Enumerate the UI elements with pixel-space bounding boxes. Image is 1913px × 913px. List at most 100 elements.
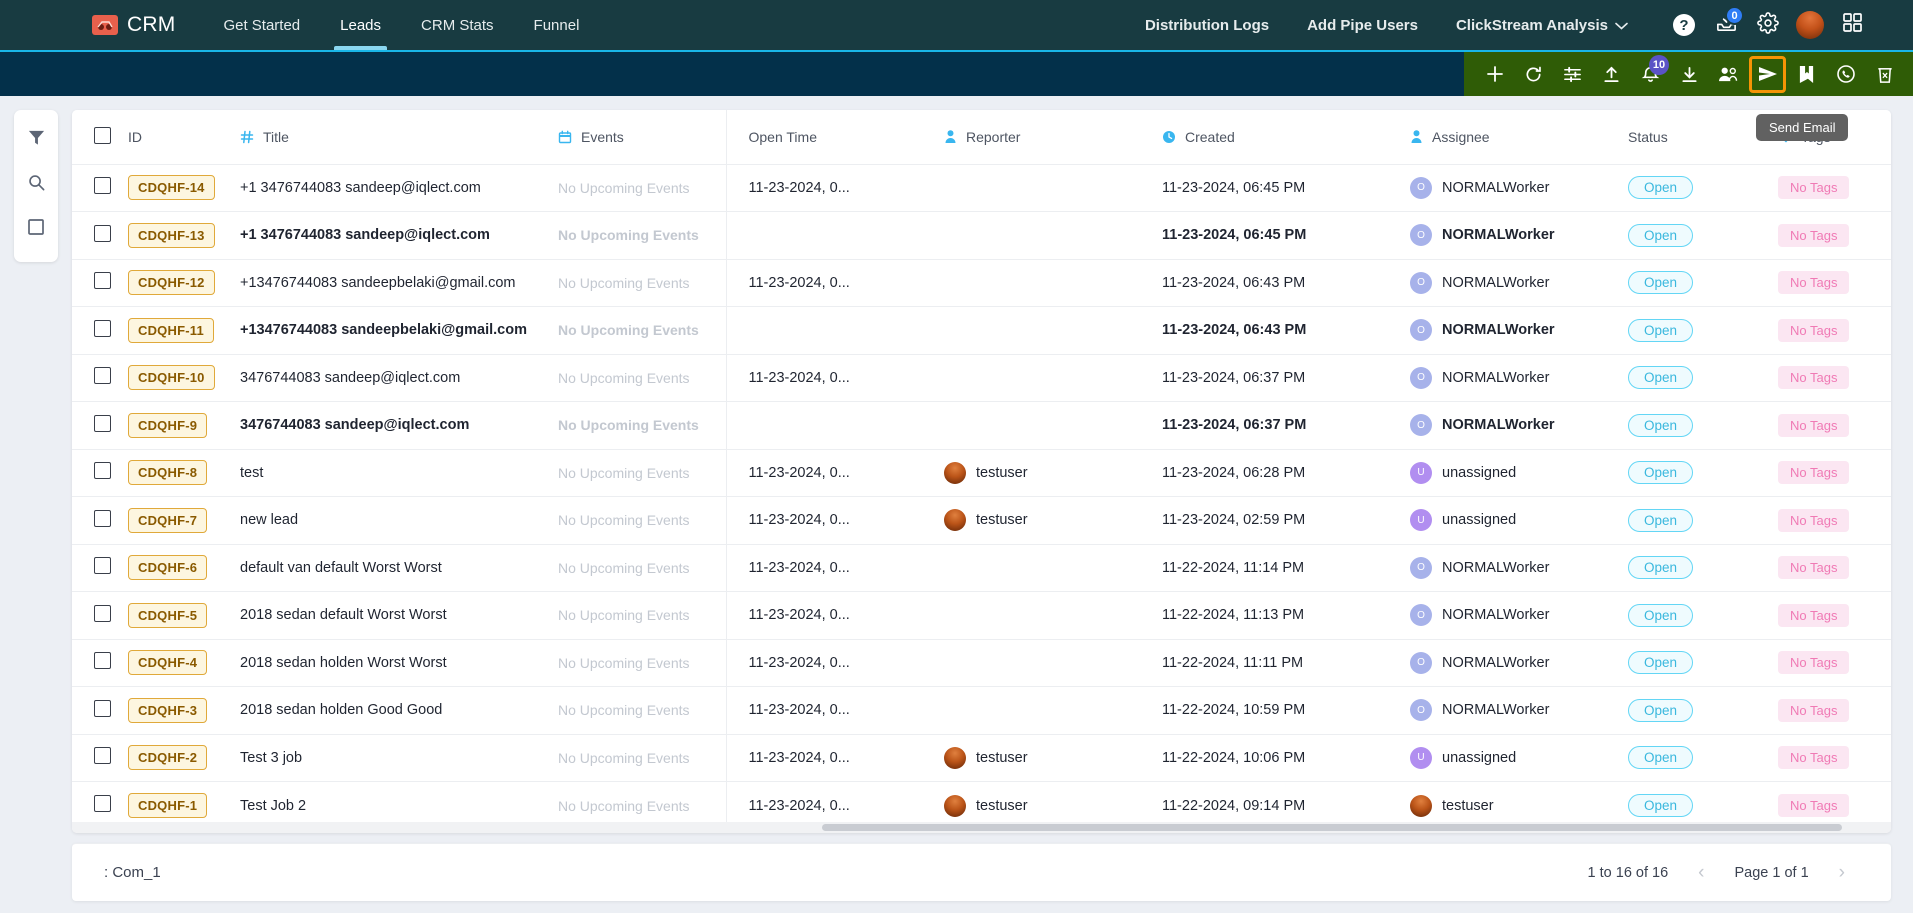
table-row[interactable]: CDQHF-1 Test Job 2 No Upcoming Events 11-23… <box>72 781 1891 823</box>
user-avatar-button[interactable] <box>1791 6 1829 44</box>
filter-settings-button[interactable] <box>1556 58 1589 91</box>
row-title-cell[interactable]: +1 3476744083 sandeep@iqlect.com <box>240 164 558 212</box>
row-select-cell[interactable] <box>72 259 128 307</box>
tags-badge[interactable]: No Tags <box>1778 508 1850 532</box>
row-title-cell[interactable]: 3476744083 sandeep@iqlect.com <box>240 354 558 402</box>
column-header-title[interactable]: Title <box>240 110 558 164</box>
row-checkbox[interactable] <box>94 795 111 812</box>
status-badge[interactable]: Open <box>1628 603 1694 627</box>
nav-link-leads[interactable]: Leads <box>320 0 401 50</box>
tags-badge[interactable]: No Tags <box>1778 223 1850 247</box>
horizontal-scrollbar-thumb[interactable] <box>822 824 1842 831</box>
settings-button[interactable] <box>1749 6 1787 44</box>
column-header-open-time[interactable]: Open Time <box>725 110 944 164</box>
lead-id-chip[interactable]: CDQHF-11 <box>128 317 214 343</box>
tags-badge[interactable]: No Tags <box>1778 746 1850 770</box>
upload-button[interactable] <box>1595 58 1628 91</box>
row-select-cell[interactable] <box>72 497 128 545</box>
row-title-cell[interactable]: +13476744083 sandeepbelaki@gmail.com <box>240 259 558 307</box>
filter-icon[interactable] <box>23 124 49 150</box>
nav-link-clickstream-analysis[interactable]: ClickStream Analysis <box>1439 0 1645 50</box>
brand[interactable]: CRM <box>92 13 175 37</box>
add-button[interactable] <box>1478 58 1511 91</box>
column-header-events[interactable]: Events <box>558 110 726 164</box>
lead-id-chip[interactable]: CDQHF-7 <box>128 507 208 533</box>
nav-link-distribution-logs[interactable]: Distribution Logs <box>1128 0 1286 50</box>
add-users-button[interactable] <box>1712 58 1745 91</box>
tags-badge[interactable]: No Tags <box>1778 651 1850 675</box>
table-row[interactable]: CDQHF-3 2018 sedan holden Good Good No Upc… <box>72 686 1891 735</box>
table-row[interactable]: CDQHF-8 test No Upcoming Events 11-23-2024,… <box>72 449 1891 497</box>
status-badge[interactable]: Open <box>1628 413 1694 437</box>
inbox-button[interactable]: 0 <box>1707 6 1745 44</box>
nav-link-add-pipe-users[interactable]: Add Pipe Users <box>1290 0 1435 50</box>
row-select-cell[interactable] <box>72 687 128 735</box>
row-select-cell[interactable] <box>72 402 128 450</box>
row-title-cell[interactable]: 2018 sedan default Worst Worst <box>240 592 558 640</box>
tags-badge[interactable]: No Tags <box>1778 461 1850 485</box>
status-badge[interactable]: Open <box>1628 556 1694 580</box>
column-header-assignee[interactable]: Assignee <box>1410 110 1628 164</box>
status-badge[interactable]: Open <box>1628 223 1694 247</box>
nav-link-crm-stats[interactable]: CRM Stats <box>401 0 514 50</box>
table-row[interactable]: CDQHF-5 2018 sedan default Worst Worst No … <box>72 591 1891 640</box>
table-row[interactable]: CDQHF-13 +1 3476744083 sandeep@iqlect.com… <box>72 211 1891 260</box>
send-email-button[interactable] <box>1749 55 1786 93</box>
row-select-cell[interactable] <box>72 449 128 497</box>
row-title-cell[interactable]: test <box>240 449 558 497</box>
table-row[interactable]: CDQHF-7 new lead No Upcoming Events 11-23-2… <box>72 496 1891 545</box>
lead-id-chip[interactable]: CDQHF-1 <box>128 793 208 818</box>
table-row[interactable]: CDQHF-10 3476744083 sandeep@iqlect.com No … <box>72 354 1891 402</box>
row-checkbox[interactable] <box>94 557 111 575</box>
row-checkbox[interactable] <box>94 747 111 765</box>
lead-id-chip[interactable]: CDQHF-3 <box>128 697 208 723</box>
row-title-cell[interactable]: 2018 sedan holden Worst Worst <box>240 639 558 687</box>
lead-id-chip[interactable]: CDQHF-8 <box>128 460 208 486</box>
tags-badge[interactable]: No Tags <box>1778 794 1850 817</box>
tags-badge[interactable]: No Tags <box>1778 271 1850 295</box>
row-checkbox[interactable] <box>94 224 111 242</box>
row-select-cell[interactable] <box>72 307 128 355</box>
nav-link-funnel[interactable]: Funnel <box>514 0 600 50</box>
row-select-cell[interactable] <box>72 354 128 402</box>
table-row[interactable]: CDQHF-14 +1 3476744083 sandeep@iqlect.com… <box>72 164 1891 212</box>
tags-badge[interactable]: No Tags <box>1778 556 1850 580</box>
column-header-created[interactable]: Created <box>1162 110 1410 164</box>
column-header-id[interactable]: ID <box>128 110 240 164</box>
row-select-cell[interactable] <box>72 639 128 687</box>
nav-link-get-started[interactable]: Get Started <box>203 0 320 50</box>
lead-id-chip[interactable]: CDQHF-5 <box>128 602 208 628</box>
notifications-button[interactable]: 10 <box>1634 54 1669 91</box>
lead-id-chip[interactable]: CDQHF-9 <box>128 412 208 438</box>
delete-button[interactable] <box>1868 58 1901 91</box>
lead-id-chip[interactable]: CDQHF-12 <box>128 270 215 296</box>
apps-button[interactable] <box>1833 6 1871 44</box>
lead-id-chip[interactable]: CDQHF-14 <box>128 175 215 201</box>
status-badge[interactable]: Open <box>1628 508 1694 532</box>
row-checkbox[interactable] <box>94 272 111 290</box>
status-badge[interactable]: Open <box>1628 461 1694 485</box>
row-select-cell[interactable] <box>72 212 128 260</box>
table-row[interactable]: CDQHF-11 +13476744083 sandeepbelaki@gmail… <box>72 306 1891 355</box>
tags-badge[interactable]: No Tags <box>1778 698 1850 722</box>
tags-badge[interactable]: No Tags <box>1778 366 1850 390</box>
row-checkbox[interactable] <box>94 699 111 717</box>
tags-badge[interactable]: No Tags <box>1778 318 1850 342</box>
table-row[interactable]: CDQHF-6 default van default Worst Worst No… <box>72 544 1891 592</box>
download-button[interactable] <box>1673 58 1706 91</box>
table-row[interactable]: CDQHF-12 +13476744083 sandeepbelaki@gmail… <box>72 259 1891 307</box>
row-title-cell[interactable]: new lead <box>240 497 558 545</box>
lead-id-chip[interactable]: CDQHF-6 <box>128 555 208 581</box>
pagination-prev-button[interactable]: ‹ <box>1694 862 1708 884</box>
select-all-checkbox[interactable] <box>94 126 111 144</box>
whatsapp-button[interactable] <box>1829 58 1862 91</box>
status-badge[interactable]: Open <box>1628 176 1694 200</box>
lead-id-chip[interactable]: CDQHF-4 <box>128 650 208 676</box>
row-title-cell[interactable]: Test Job 2 <box>240 782 558 823</box>
row-select-cell[interactable] <box>72 164 128 212</box>
column-header-select-all[interactable] <box>72 110 128 164</box>
search-icon[interactable] <box>23 169 49 195</box>
status-badge[interactable]: Open <box>1628 794 1694 817</box>
row-checkbox[interactable] <box>94 177 111 195</box>
pagination-next-button[interactable]: › <box>1835 862 1849 884</box>
